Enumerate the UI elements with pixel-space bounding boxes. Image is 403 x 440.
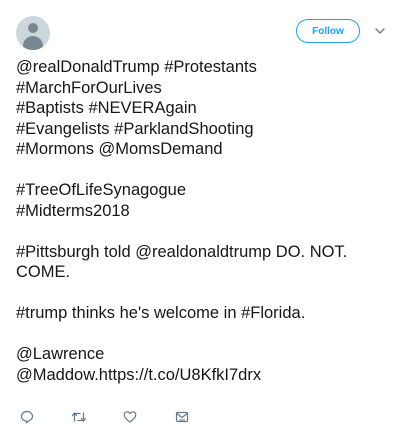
avatar-head-shape (28, 23, 38, 33)
tweet-text: @realDonaldTrump #Protestants #MarchForO… (16, 58, 348, 384)
avatar[interactable] (16, 16, 50, 50)
avatar-shoulders-shape (23, 36, 43, 50)
follow-button[interactable]: Follow (296, 19, 360, 43)
chevron-down-icon[interactable] (374, 24, 386, 36)
tweet-card: Follow @realDonaldTrump #Protestants #Ma… (0, 0, 403, 440)
heart-icon[interactable] (123, 410, 141, 428)
retweet-icon[interactable] (71, 410, 89, 428)
follow-button-label: Follow (312, 25, 344, 37)
direct-message-icon[interactable] (175, 410, 193, 428)
tweet-actions (0, 410, 403, 428)
reply-icon[interactable] (20, 410, 38, 428)
